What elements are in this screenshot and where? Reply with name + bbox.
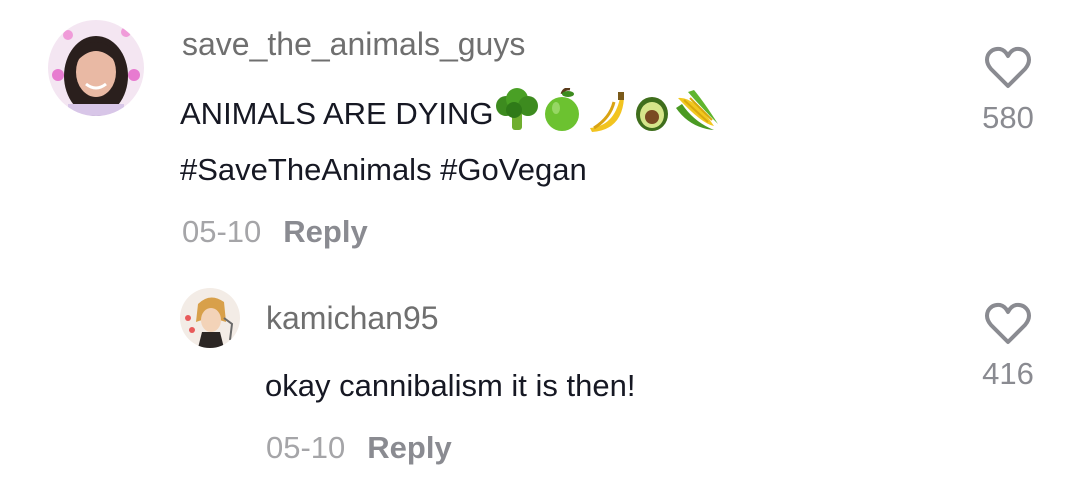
green-apple-icon <box>542 88 582 132</box>
comment-date: 05-10 <box>182 214 262 249</box>
avatar[interactable] <box>48 20 144 116</box>
comment-text-line: ANIMALS ARE DYING <box>180 96 494 131</box>
banana-icon <box>584 88 628 132</box>
heart-icon[interactable] <box>984 46 1032 90</box>
comment-username[interactable]: save_the_animals_guys <box>182 24 525 64</box>
like-area: 580 <box>968 46 1048 138</box>
comment-username[interactable]: kamichan95 <box>266 298 439 338</box>
heart-icon[interactable] <box>984 302 1032 346</box>
like-count: 416 <box>982 356 1034 391</box>
emoji-row <box>494 88 720 132</box>
avocado-icon <box>630 88 672 132</box>
avatar[interactable] <box>180 288 240 348</box>
comment-text: okay cannibalism it is then! <box>265 368 636 403</box>
corn-icon <box>674 88 720 132</box>
comment-meta: 05-10 Reply <box>266 428 452 468</box>
reply-button[interactable]: Reply <box>367 430 451 465</box>
like-count: 580 <box>982 100 1034 135</box>
broccoli-icon <box>494 88 540 132</box>
like-area: 416 <box>968 302 1048 394</box>
reply-button[interactable]: Reply <box>283 214 367 249</box>
comment-date: 05-10 <box>266 430 346 465</box>
comment-text-hashtags: #SaveTheAnimals #GoVegan <box>180 152 587 187</box>
comment-meta: 05-10 Reply <box>182 212 368 252</box>
comment-text: ANIMALS ARE DYING <box>180 86 720 142</box>
